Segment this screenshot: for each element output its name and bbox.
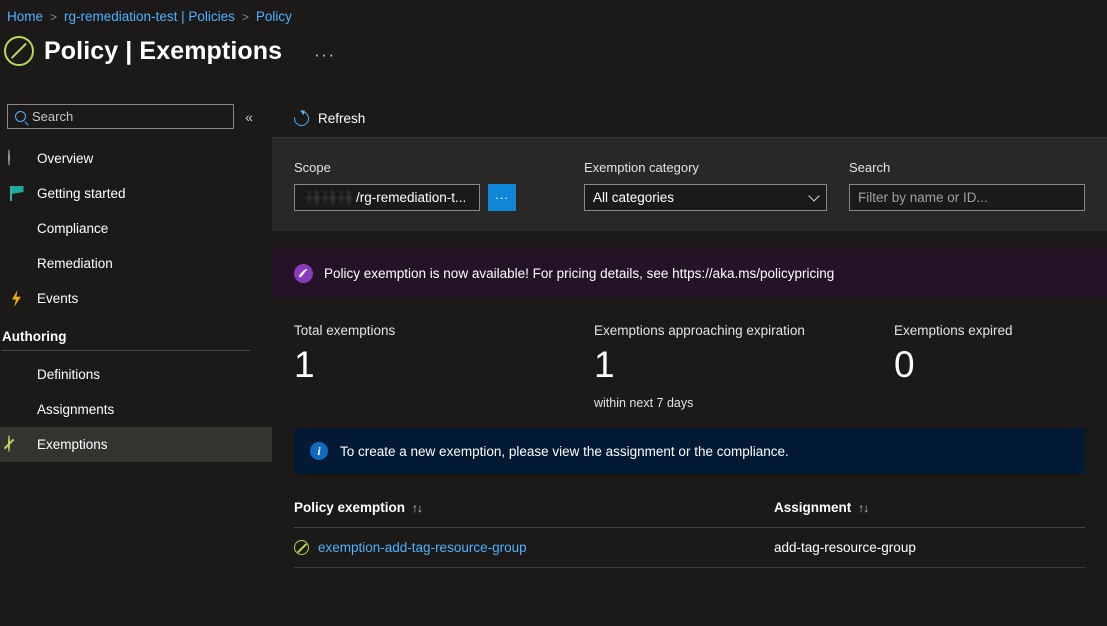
metric-sublabel: within next 7 days: [594, 396, 694, 410]
metric-label: Exemptions expired: [894, 323, 1013, 338]
sidebar-item-remediation[interactable]: Remediation: [0, 246, 272, 281]
exemption-icon: [294, 540, 309, 555]
breadcrumb-separator-icon: >: [50, 9, 58, 24]
sidebar-item-events[interactable]: Events: [0, 281, 272, 316]
metric-value: 1: [294, 344, 315, 385]
exemption-category-select[interactable]: All categories: [584, 184, 827, 211]
info-banner-text: To create a new exemption, please view t…: [340, 443, 789, 459]
flag-icon: [8, 185, 25, 202]
table-row[interactable]: exemption-add-tag-resource-group add-tag…: [294, 528, 1085, 568]
breadcrumb: Home > rg-remediation-test | Policies > …: [7, 9, 292, 24]
lightning-bolt-icon: [8, 290, 25, 307]
sidebar: Search « Overview Getting started Compli…: [0, 100, 272, 626]
main-content: Refresh Scope /rg-remediation-t... ... E…: [272, 100, 1107, 626]
sidebar-item-definitions[interactable]: Definitions: [0, 357, 272, 392]
collapse-sidebar-button[interactable]: «: [234, 109, 264, 125]
refresh-icon: [291, 108, 312, 129]
promo-banner: Policy exemption is now available! For p…: [272, 249, 1107, 297]
sidebar-item-label: Events: [37, 291, 79, 306]
search-label: Search: [849, 160, 891, 175]
scope-browse-button[interactable]: ...: [488, 184, 516, 211]
sidebar-item-label: Definitions: [37, 367, 101, 382]
overview-icon: [8, 149, 25, 167]
sidebar-nav: Overview Getting started Compliance Reme…: [0, 141, 272, 462]
metric-total-exemptions: Total exemptions 1: [294, 323, 594, 410]
sidebar-item-label: Overview: [37, 151, 94, 166]
info-icon: i: [310, 442, 328, 460]
exemption-icon: [8, 435, 25, 453]
refresh-label: Refresh: [318, 111, 366, 126]
exemption-icon: [4, 36, 34, 66]
sidebar-item-getting-started[interactable]: Getting started: [0, 176, 272, 211]
exemption-link[interactable]: exemption-add-tag-resource-group: [318, 540, 527, 555]
sidebar-item-label: Compliance: [37, 221, 109, 236]
rocket-icon: [294, 263, 313, 283]
column-label: Policy exemption: [294, 500, 406, 515]
filter-search-placeholder: Filter by name or ID...: [858, 190, 988, 205]
exemption-category-value: All categories: [593, 190, 675, 205]
scope-value: /rg-remediation-t...: [356, 190, 467, 205]
refresh-button[interactable]: Refresh: [291, 108, 366, 129]
sidebar-item-label: Getting started: [37, 186, 126, 201]
definitions-icon: [8, 366, 25, 383]
redacted-subscription-icon: [303, 191, 355, 204]
compliance-document-icon: [8, 220, 25, 237]
scope-filter-group: Scope /rg-remediation-t... ...: [272, 160, 562, 211]
sidebar-item-compliance[interactable]: Compliance: [0, 211, 272, 246]
sort-icon[interactable]: ↑↓: [858, 501, 869, 515]
breadcrumb-separator-icon: >: [241, 9, 249, 24]
sidebar-item-label: Assignments: [37, 402, 115, 417]
assignments-icon: [8, 401, 25, 418]
breadcrumb-item-policy[interactable]: Policy: [256, 9, 292, 24]
cell-assignment: add-tag-resource-group: [774, 540, 916, 555]
promo-banner-text: Policy exemption is now available! For p…: [324, 265, 835, 281]
filter-panel: Scope /rg-remediation-t... ... Exemption…: [272, 138, 1107, 231]
sidebar-item-overview[interactable]: Overview: [0, 141, 272, 176]
metric-value: 1: [594, 344, 615, 385]
page-header: Policy | Exemptions ···: [4, 36, 336, 66]
column-header-assignment[interactable]: Assignment ↑↓: [774, 500, 869, 515]
chevron-down-icon: [808, 189, 820, 202]
sidebar-divider: [1, 350, 250, 351]
search-placeholder: Search: [32, 109, 74, 124]
search-filter-group: Search Filter by name or ID...: [827, 160, 1107, 211]
metric-expired: Exemptions expired 0: [894, 323, 1013, 410]
metrics-row: Total exemptions 1 Exemptions approachin…: [272, 297, 1107, 410]
metric-approaching-expiration: Exemptions approaching expiration 1 with…: [594, 323, 894, 410]
search-input[interactable]: Search: [7, 104, 234, 129]
sidebar-search-row: Search «: [0, 100, 272, 129]
remediation-icon: [8, 255, 25, 272]
column-label: Assignment: [774, 500, 852, 515]
sidebar-item-label: Exemptions: [37, 437, 108, 452]
breadcrumb-item-resource-group[interactable]: rg-remediation-test | Policies: [64, 9, 235, 24]
table-header: Policy exemption ↑↓ Assignment ↑↓: [294, 500, 1085, 528]
metric-label: Total exemptions: [294, 323, 396, 338]
exemption-category-label: Exemption category: [584, 160, 699, 175]
filter-search-input[interactable]: Filter by name or ID...: [849, 184, 1085, 211]
sidebar-item-exemptions[interactable]: Exemptions: [0, 427, 272, 462]
sidebar-item-assignments[interactable]: Assignments: [0, 392, 272, 427]
column-header-policy-exemption[interactable]: Policy exemption ↑↓: [294, 500, 774, 515]
cell-policy-exemption: exemption-add-tag-resource-group: [294, 540, 774, 555]
scope-input[interactable]: /rg-remediation-t...: [294, 184, 480, 211]
category-filter-group: Exemption category All categories: [562, 160, 827, 211]
page-title: Policy | Exemptions: [44, 36, 283, 65]
sort-icon[interactable]: ↑↓: [412, 501, 423, 515]
command-bar: Refresh: [272, 100, 1107, 138]
scope-label: Scope: [294, 160, 331, 175]
metric-value: 0: [894, 344, 915, 385]
info-banner: i To create a new exemption, please view…: [294, 428, 1085, 474]
search-icon: [15, 111, 26, 122]
exemptions-table: Policy exemption ↑↓ Assignment ↑↓ exempt…: [294, 500, 1085, 568]
sidebar-section-authoring: Authoring: [2, 329, 67, 344]
metric-label: Exemptions approaching expiration: [594, 323, 805, 338]
breadcrumb-item-home[interactable]: Home: [7, 9, 43, 24]
more-options-button[interactable]: ···: [314, 46, 335, 63]
sidebar-item-label: Remediation: [37, 256, 113, 271]
